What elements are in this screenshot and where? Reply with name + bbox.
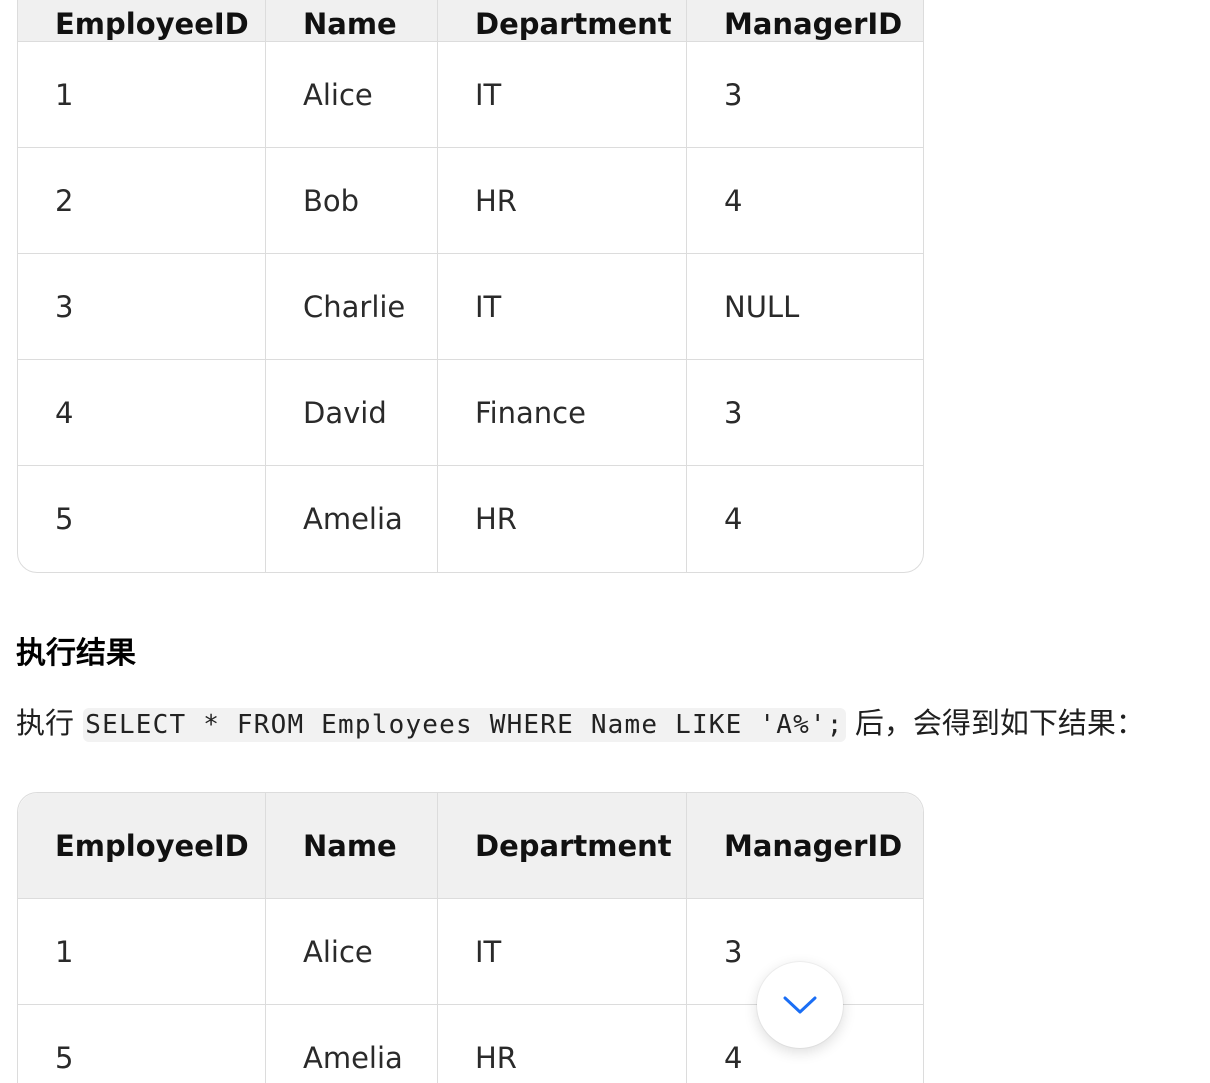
header-managerid: ManagerID [687,793,923,899]
cell-managerid: 3 [687,42,923,148]
cell-department: HR [438,1005,687,1083]
cell-employeeid: 5 [18,466,266,572]
cell-managerid: 4 [687,148,923,254]
header-department: Department [438,793,687,899]
cell-employeeid: 1 [18,899,266,1005]
scroll-to-bottom-button[interactable] [757,962,843,1048]
cell-name: Amelia [266,466,438,572]
header-name: Name [266,793,438,899]
result-description: 执行 SELECT * FROM Employees WHERE Name LI… [16,700,1145,748]
cell-name: Alice [266,42,438,148]
cell-name: Amelia [266,1005,438,1083]
cell-employeeid: 4 [18,360,266,466]
cell-department: IT [438,42,687,148]
cell-employeeid: 5 [18,1005,266,1083]
header-name: Name [266,0,438,42]
cell-department: HR [438,148,687,254]
cell-department: HR [438,466,687,572]
result-text-before: 执行 [16,706,75,740]
table-header-row: EmployeeID Name Department ManagerID [18,0,923,42]
result-text-after: 后，会得到如下结果： [854,706,1145,740]
cell-department: IT [438,254,687,360]
sql-inline-code: SELECT * FROM Employees WHERE Name LIKE … [83,708,846,742]
cell-department: Finance [438,360,687,466]
cell-name: Charlie [266,254,438,360]
cell-department: IT [438,899,687,1005]
cell-managerid: 4 [724,502,743,536]
chevron-down-icon [783,996,817,1014]
table-row: 1 Alice IT 3 [18,42,923,148]
chat-page: EmployeeID Name Department ManagerID 1 A… [0,0,1210,1083]
table-row: 2 Bob HR 4 [18,148,923,254]
employees-table: EmployeeID Name Department ManagerID 1 A… [17,0,924,573]
cell-name: David [266,360,438,466]
cell-managerid: NULL [687,254,923,360]
header-managerid: ManagerID [687,0,923,42]
cell-employeeid: 2 [18,148,266,254]
header-employeeid: EmployeeID [18,0,266,42]
table-row: 3 Charlie IT NULL [18,254,923,360]
cell-name: Alice [266,899,438,1005]
cell-name: Bob [266,148,438,254]
result-heading: 执行结果 [16,636,136,671]
table-row: 4 David Finance 3 [18,360,923,466]
cell-employeeid: 1 [18,42,266,148]
cell-employeeid: 3 [18,254,266,360]
cell-managerid: 3 [687,360,923,466]
header-employeeid: EmployeeID [18,793,266,899]
table-row: 5 Amelia HR 4 [18,466,923,572]
header-department: Department [438,0,687,42]
table-header-row: EmployeeID Name Department ManagerID [18,793,923,899]
